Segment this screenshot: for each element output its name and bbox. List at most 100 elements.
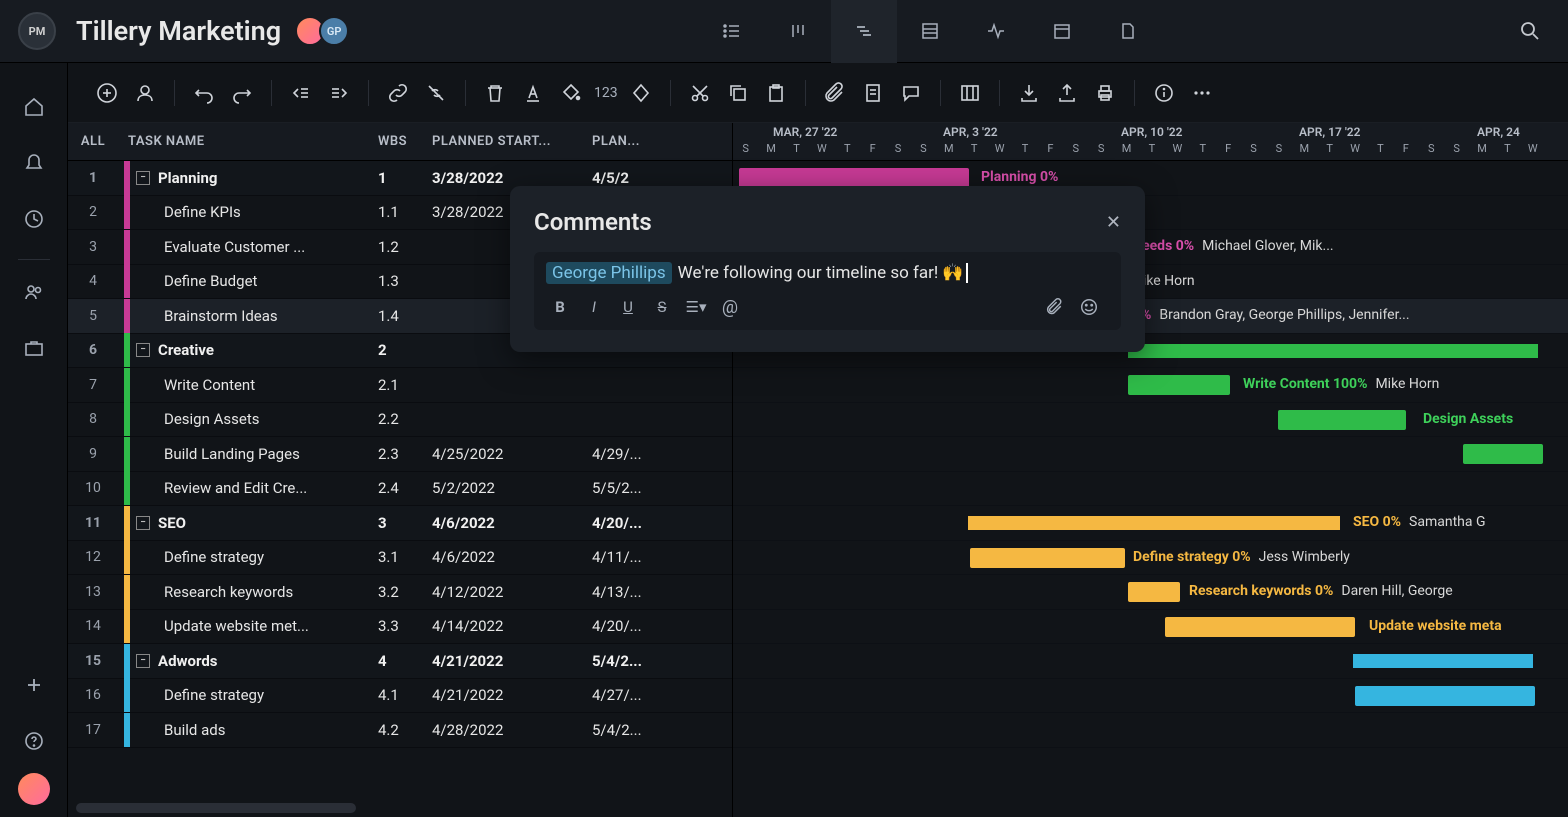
gantt-row[interactable] [733, 679, 1568, 714]
emoji-icon[interactable] [1075, 294, 1103, 320]
bold-icon[interactable]: B [546, 294, 574, 320]
italic-icon[interactable]: I [580, 294, 608, 320]
view-list-icon[interactable] [699, 0, 765, 63]
avatar-user-2[interactable]: GP [319, 16, 349, 46]
info-icon[interactable] [1147, 76, 1181, 110]
undo-icon[interactable] [187, 76, 221, 110]
gantt-bar-label: 0%Brandon Gray, George Phillips, Jennife… [1133, 307, 1410, 323]
recent-icon[interactable] [14, 195, 54, 243]
assign-icon[interactable] [128, 76, 162, 110]
gantt-bar[interactable] [1355, 686, 1535, 706]
task-row[interactable]: 7Write Content2.1 [68, 368, 732, 403]
redo-icon[interactable] [225, 76, 259, 110]
briefcase-icon[interactable] [14, 324, 54, 372]
gantt-row[interactable]: Research keywords 0%Daren Hill, George [733, 575, 1568, 610]
gantt-bar[interactable] [1128, 344, 1538, 358]
more-icon[interactable] [1185, 76, 1219, 110]
gantt-bar[interactable] [970, 548, 1125, 568]
copy-icon[interactable] [721, 76, 755, 110]
text-color-icon[interactable] [516, 76, 550, 110]
underline-icon[interactable]: U [614, 294, 642, 320]
delete-icon[interactable] [478, 76, 512, 110]
link-icon[interactable] [381, 76, 415, 110]
expand-toggle[interactable]: − [136, 343, 150, 357]
expand-toggle[interactable]: − [136, 516, 150, 530]
notifications-icon[interactable] [14, 139, 54, 187]
view-gantt-icon[interactable] [831, 0, 897, 63]
task-row[interactable]: 14Update website met...3.34/14/20224/20/… [68, 610, 732, 645]
print-icon[interactable] [1088, 76, 1122, 110]
unlink-icon[interactable] [419, 76, 453, 110]
task-row[interactable]: 16Define strategy4.14/21/20224/27/... [68, 679, 732, 714]
milestone-icon[interactable] [624, 76, 658, 110]
columns-icon[interactable] [953, 76, 987, 110]
gantt-row[interactable] [733, 713, 1568, 748]
task-row[interactable]: 10Review and Edit Cre...2.45/2/20225/5/2… [68, 472, 732, 507]
col-header-start[interactable]: PLANNED START... [432, 134, 592, 149]
fill-color-icon[interactable] [554, 76, 588, 110]
task-row[interactable]: 12Define strategy3.14/6/20224/11/... [68, 541, 732, 576]
toolbar-separator [805, 80, 806, 106]
notes-icon[interactable] [856, 76, 890, 110]
task-row[interactable]: 17Build ads4.24/28/20225/4/2... [68, 713, 732, 748]
gantt-bar[interactable] [1463, 444, 1543, 464]
view-sheet-icon[interactable] [897, 0, 963, 63]
comment-input[interactable]: George Phillips We're following our time… [534, 252, 1121, 330]
add-task-icon[interactable] [90, 76, 124, 110]
paste-icon[interactable] [759, 76, 793, 110]
toolbar-number[interactable]: 123 [594, 85, 618, 101]
col-header-end[interactable]: PLAN... [592, 134, 732, 149]
view-file-icon[interactable] [1095, 0, 1161, 63]
col-header-task[interactable]: TASK NAME [118, 134, 378, 149]
gantt-row[interactable] [733, 472, 1568, 507]
task-row[interactable]: 8Design Assets2.2 [68, 403, 732, 438]
gantt-bar[interactable] [1353, 654, 1533, 668]
add-icon[interactable] [14, 661, 54, 709]
app-logo[interactable]: PM [18, 12, 56, 50]
gantt-row[interactable]: Design Assets [733, 403, 1568, 438]
view-board-icon[interactable] [765, 0, 831, 63]
home-icon[interactable] [14, 83, 54, 131]
gantt-bar-label: Update website meta [1369, 618, 1502, 634]
view-activity-icon[interactable] [963, 0, 1029, 63]
expand-toggle[interactable]: − [136, 171, 150, 185]
gantt-row[interactable]: Write Content 100%Mike Horn [733, 368, 1568, 403]
export-icon[interactable] [1050, 76, 1084, 110]
mention-chip[interactable]: George Phillips [546, 262, 672, 284]
close-icon[interactable]: ✕ [1106, 212, 1121, 233]
attachment-icon[interactable] [818, 76, 852, 110]
gantt-row[interactable] [733, 644, 1568, 679]
gantt-row[interactable] [733, 437, 1568, 472]
outdent-icon[interactable] [284, 76, 318, 110]
col-header-all[interactable]: ALL [68, 134, 118, 149]
gantt-bar[interactable] [968, 516, 1340, 530]
attach-icon[interactable] [1041, 294, 1069, 320]
gantt-bar[interactable] [1128, 375, 1230, 395]
indent-icon[interactable] [322, 76, 356, 110]
gantt-bar[interactable] [1128, 582, 1180, 602]
cut-icon[interactable] [683, 76, 717, 110]
gantt-bar[interactable] [1165, 617, 1355, 637]
comments-icon[interactable] [894, 76, 928, 110]
gantt-row[interactable]: SEO 0%Samantha G [733, 506, 1568, 541]
expand-toggle[interactable]: − [136, 654, 150, 668]
task-row[interactable]: 15−Adwords44/21/20225/4/2... [68, 644, 732, 679]
gantt-row[interactable]: Update website meta [733, 610, 1568, 645]
search-icon[interactable] [1510, 11, 1550, 51]
mention-icon[interactable]: @ [716, 294, 744, 320]
user-avatar[interactable] [18, 773, 50, 805]
gantt-bar[interactable] [739, 168, 969, 188]
import-icon[interactable] [1012, 76, 1046, 110]
team-icon[interactable] [14, 268, 54, 316]
view-calendar-icon[interactable] [1029, 0, 1095, 63]
list-format-icon[interactable]: ☰▾ [682, 294, 710, 320]
task-row[interactable]: 11−SEO34/6/20224/20/... [68, 506, 732, 541]
gantt-row[interactable]: Define strategy 0%Jess Wimberly [733, 541, 1568, 576]
gantt-bar[interactable] [1278, 410, 1406, 430]
grid-scrollbar[interactable] [76, 803, 356, 813]
col-header-wbs[interactable]: WBS [378, 134, 432, 149]
task-row[interactable]: 9Build Landing Pages2.34/25/20224/29/... [68, 437, 732, 472]
strikethrough-icon[interactable]: S [648, 294, 676, 320]
task-row[interactable]: 13Research keywords3.24/12/20224/13/... [68, 575, 732, 610]
help-icon[interactable] [14, 717, 54, 765]
